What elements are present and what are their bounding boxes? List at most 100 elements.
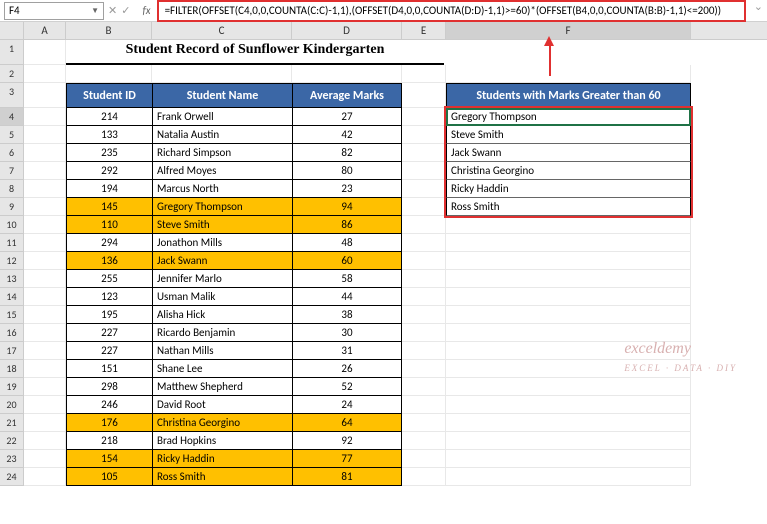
result-cell[interactable]: Ricky Haddin: [446, 180, 691, 198]
cell[interactable]: [24, 180, 66, 198]
cell[interactable]: [446, 468, 691, 486]
student-id-cell[interactable]: 195: [66, 306, 152, 324]
student-name-cell[interactable]: Usman Malik: [152, 288, 292, 306]
student-name-cell[interactable]: Ross Smith: [152, 468, 292, 486]
student-id-cell[interactable]: 151: [66, 360, 152, 378]
cell[interactable]: [402, 126, 446, 144]
student-name-cell[interactable]: Jonathon Mills: [152, 234, 292, 252]
col-header-B[interactable]: B: [66, 22, 152, 39]
student-id-cell[interactable]: 292: [66, 162, 152, 180]
student-name-cell[interactable]: Natalia Austin: [152, 126, 292, 144]
student-marks-cell[interactable]: 77: [292, 450, 402, 468]
student-marks-cell[interactable]: 31: [292, 342, 402, 360]
cell[interactable]: [152, 65, 292, 83]
cell[interactable]: [402, 378, 446, 396]
cell[interactable]: [66, 65, 152, 83]
student-marks-cell[interactable]: 64: [292, 414, 402, 432]
cell[interactable]: [402, 288, 446, 306]
cell[interactable]: [402, 144, 446, 162]
cell[interactable]: [24, 396, 66, 414]
student-id-cell[interactable]: 136: [66, 252, 152, 270]
row-header[interactable]: 7: [0, 162, 24, 180]
student-marks-cell[interactable]: 58: [292, 270, 402, 288]
row-header[interactable]: 9: [0, 198, 24, 216]
student-name-cell[interactable]: Matthew Shepherd: [152, 378, 292, 396]
student-id-cell[interactable]: 110: [66, 216, 152, 234]
student-id-cell[interactable]: 235: [66, 144, 152, 162]
cell[interactable]: [24, 83, 66, 108]
student-marks-cell[interactable]: 30: [292, 324, 402, 342]
student-name-cell[interactable]: Jack Swann: [152, 252, 292, 270]
cell[interactable]: [24, 144, 66, 162]
cell[interactable]: [24, 40, 66, 65]
cell[interactable]: [446, 252, 691, 270]
student-name-cell[interactable]: Brad Hopkins: [152, 432, 292, 450]
row-header[interactable]: 23: [0, 450, 24, 468]
cell[interactable]: [446, 216, 691, 234]
cell[interactable]: [446, 234, 691, 252]
student-id-cell[interactable]: 255: [66, 270, 152, 288]
student-id-cell[interactable]: 214: [66, 108, 152, 126]
row-header[interactable]: 19: [0, 378, 24, 396]
cells-area[interactable]: Student Record of Sunflower Kindergarten…: [24, 40, 767, 486]
student-name-cell[interactable]: Richard Simpson: [152, 144, 292, 162]
table-header-id[interactable]: Student ID: [66, 83, 152, 108]
cell[interactable]: [24, 450, 66, 468]
student-marks-cell[interactable]: 27: [292, 108, 402, 126]
cell[interactable]: [402, 162, 446, 180]
cell[interactable]: [402, 450, 446, 468]
cell[interactable]: [402, 252, 446, 270]
student-id-cell[interactable]: 218: [66, 432, 152, 450]
cell[interactable]: [402, 65, 446, 83]
student-name-cell[interactable]: Shane Lee: [152, 360, 292, 378]
student-marks-cell[interactable]: 82: [292, 144, 402, 162]
table-header-name[interactable]: Student Name: [152, 83, 292, 108]
cell[interactable]: [24, 216, 66, 234]
row-header[interactable]: 14: [0, 288, 24, 306]
col-header-D[interactable]: D: [292, 22, 402, 39]
student-id-cell[interactable]: 294: [66, 234, 152, 252]
row-header[interactable]: 17: [0, 342, 24, 360]
cell[interactable]: [446, 450, 691, 468]
row-header[interactable]: 8: [0, 180, 24, 198]
cell[interactable]: [24, 108, 66, 126]
student-marks-cell[interactable]: 23: [292, 180, 402, 198]
table-header-marks[interactable]: Average Marks: [292, 83, 402, 108]
cell[interactable]: [446, 432, 691, 450]
row-header[interactable]: 6: [0, 144, 24, 162]
student-id-cell[interactable]: 298: [66, 378, 152, 396]
cell[interactable]: [402, 306, 446, 324]
cell[interactable]: [24, 126, 66, 144]
cell[interactable]: [402, 324, 446, 342]
student-name-cell[interactable]: Alisha Hick: [152, 306, 292, 324]
cell[interactable]: [402, 198, 446, 216]
cell[interactable]: [24, 432, 66, 450]
cell[interactable]: [24, 288, 66, 306]
student-id-cell[interactable]: 246: [66, 396, 152, 414]
row-header[interactable]: 24: [0, 468, 24, 486]
student-marks-cell[interactable]: 52: [292, 378, 402, 396]
sheet-title[interactable]: Student Record of Sunflower Kindergarten: [66, 40, 444, 65]
row-header[interactable]: 5: [0, 126, 24, 144]
student-marks-cell[interactable]: 80: [292, 162, 402, 180]
fx-icon[interactable]: fx: [142, 4, 150, 17]
row-header[interactable]: 16: [0, 324, 24, 342]
cell[interactable]: [24, 234, 66, 252]
student-name-cell[interactable]: Steve Smith: [152, 216, 292, 234]
col-header-E[interactable]: E: [402, 22, 446, 39]
cell[interactable]: [24, 270, 66, 288]
student-marks-cell[interactable]: 86: [292, 216, 402, 234]
result-cell[interactable]: Jack Swann: [446, 144, 691, 162]
student-marks-cell[interactable]: 94: [292, 198, 402, 216]
student-marks-cell[interactable]: 44: [292, 288, 402, 306]
cell[interactable]: [402, 216, 446, 234]
student-id-cell[interactable]: 105: [66, 468, 152, 486]
name-box-dropdown-icon[interactable]: ▼: [91, 6, 99, 16]
cell[interactable]: [24, 468, 66, 486]
student-name-cell[interactable]: Marcus North: [152, 180, 292, 198]
cell[interactable]: [24, 378, 66, 396]
row-header[interactable]: 4: [0, 108, 24, 126]
row-header[interactable]: 12: [0, 252, 24, 270]
result-cell[interactable]: Ross Smith: [446, 198, 691, 216]
cell[interactable]: [292, 65, 402, 83]
